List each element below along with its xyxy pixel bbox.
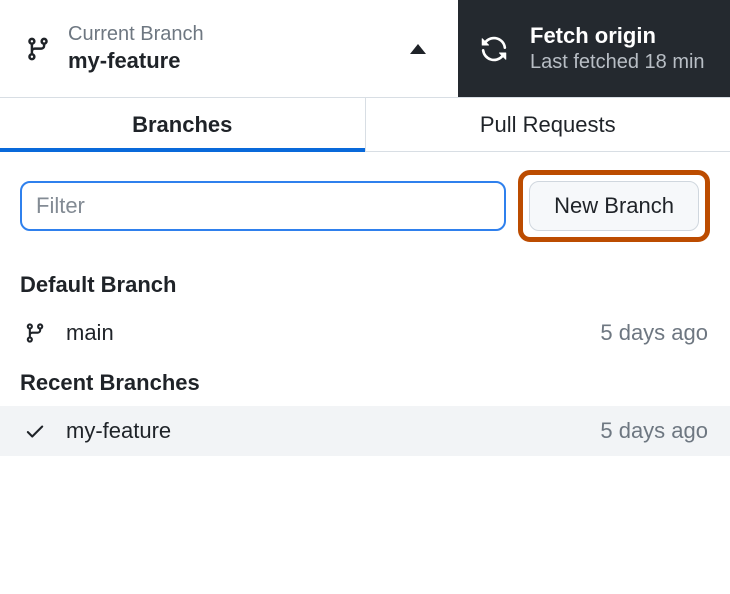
new-branch-highlight: New Branch [518,170,710,242]
recent-branches-heading: Recent Branches [0,358,730,406]
filter-input[interactable] [20,181,506,231]
branch-time-label: 5 days ago [600,320,708,346]
branch-row-default[interactable]: main 5 days ago [0,308,730,358]
tab-branches-label: Branches [132,112,232,138]
branch-row-recent[interactable]: my-feature 5 days ago [0,406,730,456]
branch-name-label: my-feature [66,418,582,444]
current-branch-name: my-feature [68,48,394,74]
git-branch-icon [24,35,52,63]
sync-icon [478,33,510,65]
branch-time-label: 5 days ago [600,418,708,444]
fetch-subtitle: Last fetched 18 min [530,51,705,74]
git-branch-icon [22,320,48,346]
caret-up-icon [410,44,426,54]
branch-name-label: main [66,320,582,346]
default-branch-heading: Default Branch [0,260,730,308]
tab-branches[interactable]: Branches [0,98,366,151]
fetch-origin-button[interactable]: Fetch origin Last fetched 18 min [458,0,730,97]
current-branch-label: Current Branch [68,23,394,46]
check-icon [22,418,48,444]
new-branch-button[interactable]: New Branch [529,181,699,231]
current-branch-selector[interactable]: Current Branch my-feature [0,0,458,97]
fetch-title: Fetch origin [530,23,705,49]
tab-pull-requests-label: Pull Requests [480,112,616,138]
tab-pull-requests[interactable]: Pull Requests [366,98,730,151]
